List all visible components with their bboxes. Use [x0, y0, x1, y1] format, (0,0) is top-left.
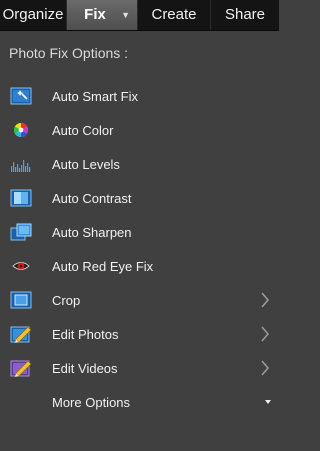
tab-fix-dropdown-icon[interactable]: ▼ [121, 0, 130, 30]
workspace-tabs: Organize Fix ▼ Create Share [0, 0, 279, 31]
option-edit-photos[interactable]: Edit Photos [0, 317, 279, 351]
tab-share[interactable]: Share [211, 0, 279, 30]
sharpen-icon [10, 223, 32, 241]
option-auto-contrast[interactable]: Auto Contrast [0, 181, 279, 215]
red-eye-icon [12, 262, 30, 270]
dropdown-arrow-icon [265, 400, 271, 404]
edit-videos-icon [10, 360, 32, 377]
tab-fix[interactable]: Fix ▼ [67, 0, 138, 30]
tab-fix-label: Fix [84, 6, 106, 23]
option-auto-sharpen[interactable]: Auto Sharpen [0, 215, 279, 249]
auto-smart-fix-icon [10, 87, 32, 105]
chevron-right-icon [261, 360, 270, 376]
option-auto-smart-fix[interactable]: Auto Smart Fix [0, 79, 279, 113]
option-label: Auto Smart Fix [52, 88, 138, 104]
option-label: Auto Contrast [52, 190, 132, 206]
option-label: Auto Levels [52, 156, 120, 172]
crop-icon [10, 291, 32, 309]
option-more-options[interactable]: More Options [0, 385, 279, 419]
chevron-right-icon [261, 292, 270, 308]
option-auto-levels[interactable]: Auto Levels [0, 147, 279, 181]
option-edit-videos[interactable]: Edit Videos [0, 351, 279, 385]
tab-create[interactable]: Create [138, 0, 211, 30]
option-label: Auto Sharpen [52, 224, 132, 240]
panel-title: Photo Fix Options : [9, 45, 129, 61]
histogram-icon [11, 160, 31, 172]
tab-organize[interactable]: Organize [0, 0, 67, 30]
option-label: Auto Red Eye Fix [52, 258, 154, 274]
option-label: Auto Color [52, 122, 114, 138]
option-auto-color[interactable]: Auto Color [0, 113, 279, 147]
option-label: Crop [52, 292, 81, 308]
option-label: More Options [52, 394, 131, 410]
option-label: Edit Photos [52, 326, 119, 342]
fix-options-list: Auto Smart Fix Auto Color Auto Levels Au… [0, 79, 279, 419]
contrast-icon [10, 189, 32, 207]
option-auto-red-eye-fix[interactable]: Auto Red Eye Fix [0, 249, 279, 283]
option-label: Edit Videos [52, 360, 118, 376]
option-crop[interactable]: Crop [0, 283, 279, 317]
chevron-right-icon [261, 326, 270, 342]
edit-photos-icon [10, 326, 32, 343]
color-wheel-icon [14, 123, 28, 137]
